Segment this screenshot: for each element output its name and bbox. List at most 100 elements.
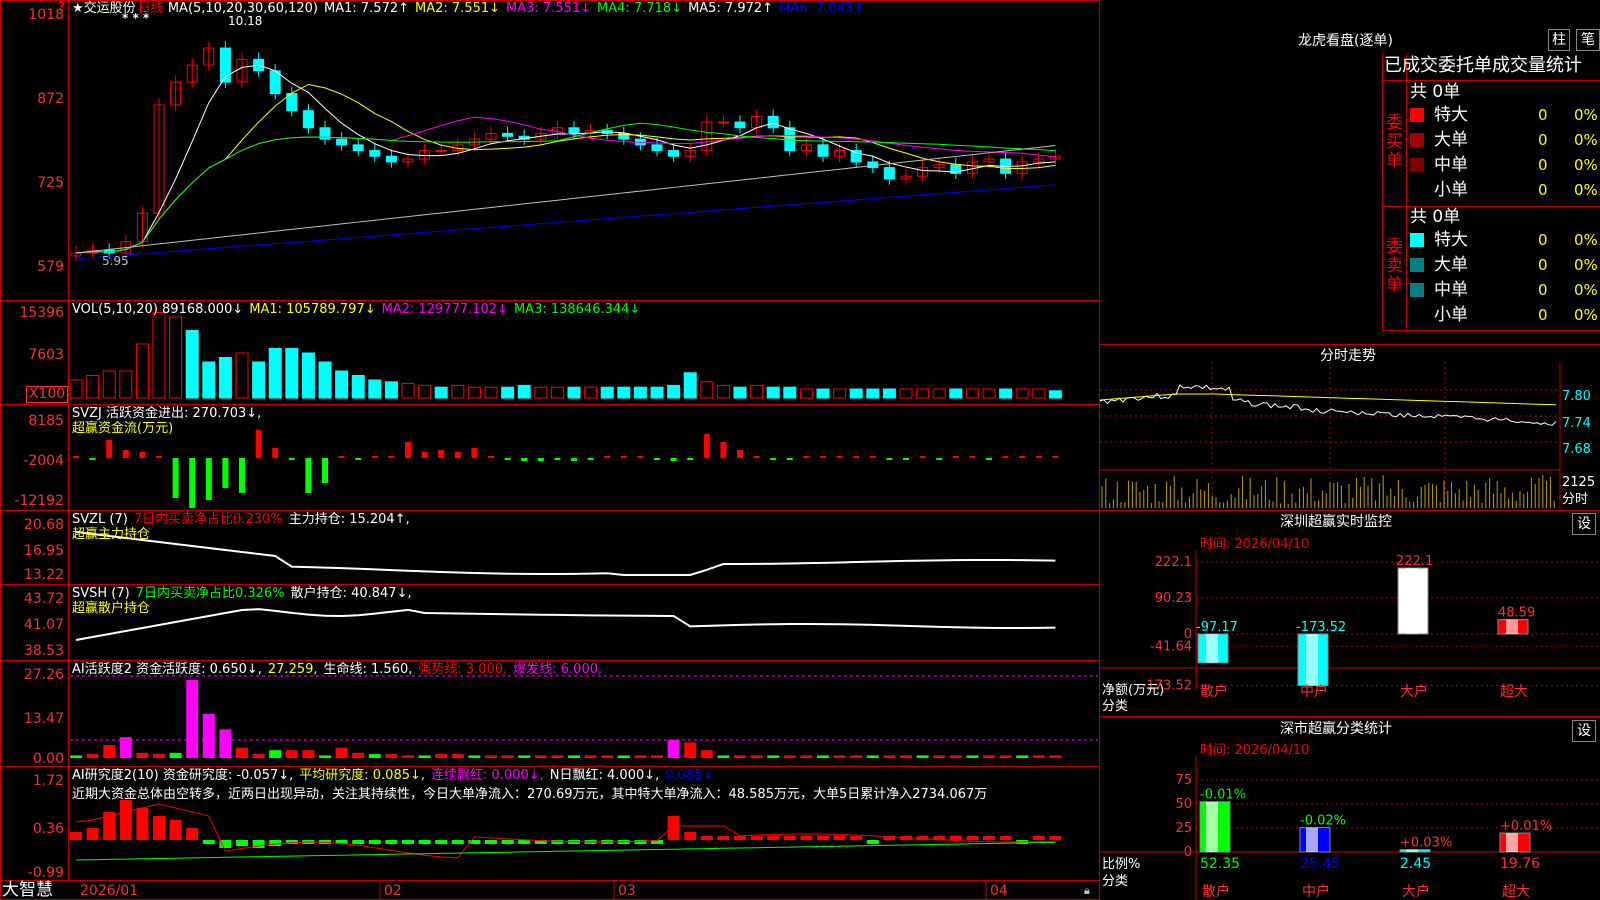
x-axis-label: 02 [384,883,402,899]
capital-flow-bar [587,458,594,460]
research-bar [269,840,282,846]
research-bar [451,840,464,844]
chart-area[interactable] [0,0,1100,900]
capital-flow-bar [454,452,461,458]
candle-body [336,138,348,146]
monitor-axis-label-2: 分类 [1102,699,1129,714]
activity-bar [302,750,315,758]
ma-legend-item: MA4: 7.718↓ [597,1,683,16]
activity-bar [568,755,580,758]
ma-legend-item: MA2: 7.551↓ [415,1,501,16]
ai2-legend-item: 平均研究度: 0.085↓, [299,768,426,783]
ma-line [75,184,1056,260]
activity-bar [136,752,149,758]
research-bar [850,836,863,840]
research-bar [800,836,813,840]
svzl-sublabel: 超赢主力持仓 [72,527,151,542]
activity-bar [352,752,365,758]
classify-change-label: -0.02% [1300,814,1346,829]
capital-flow-bar [703,434,710,458]
row-count: 0 [1538,131,1548,149]
monitor-chart[interactable]: 222.190.230-41.64-173.52-97.17散户-173.52中… [1100,550,1600,716]
classify-chart[interactable]: 7550250-0.01%52.35散户-0.02%25.45中户+0.03%2… [1100,756,1600,900]
volume-bar [849,388,863,399]
vol-legend-item: MA2: 129777.102↓ [381,302,508,317]
activity-bar [1016,755,1029,758]
research-bar [817,836,829,840]
row-label: 大单 [1434,255,1468,275]
activity-bar [717,755,730,758]
volume-bar [833,388,847,399]
capital-flow-bar [820,456,826,458]
candle-body [734,121,746,129]
classify-category: 大户 [1402,883,1430,900]
classify-change-label: +0.03% [1400,836,1452,851]
classify-change-label: +0.01% [1500,819,1552,834]
volume-bar [965,388,979,399]
research-bar [153,816,165,840]
classify-bar-highlight [1206,801,1218,852]
capital-flow-bar [720,442,727,458]
capital-flow-bar [1019,456,1026,458]
research-bar [70,832,82,840]
row-label: 中单 [1434,155,1468,175]
row-label: 小单 [1434,180,1468,200]
monitor-category: 中户 [1300,683,1328,700]
volume-bar [86,375,100,399]
capital-flow-bar [969,456,976,458]
intraday-chart[interactable] [1100,362,1600,510]
volume-bar [218,357,232,399]
intraday-tick-2: 7.74 [1562,416,1591,431]
volume-bar [584,386,598,399]
svsh-sublabel: 超赢散户持仓 [72,601,151,616]
monitor-settings-button[interactable]: 设 [1572,513,1596,535]
vol-legend-item: MA1: 105789.797↓ [249,302,376,317]
monitor-value-label: 48.59 [1498,606,1535,621]
classify-bar-highlight [1506,833,1518,852]
ai1-legend: AI活跃度2 资金活跃度: 0.650↓, 27.259, 生命线: 1.560, 强… [72,662,608,677]
volume-bar [982,388,996,399]
volume-bar [783,386,797,399]
column-view-button[interactable]: 柱 [1548,29,1570,51]
capital-flow-bar [952,456,959,458]
classify-y-tick: 50 [1175,797,1192,812]
y-tick-label: 0.36 [32,821,64,837]
svzj-legend: SVZJ 活跃资金进出: 270.703↓, [72,406,267,421]
monitor-title: 深圳超赢实时监控 [1280,514,1392,530]
y-tick-label: 16.95 [23,543,64,559]
volume-bar [1015,388,1029,399]
research-bar [783,836,796,840]
classify-value-label: 52.35 [1200,856,1240,872]
svsh-legend: SVSH (7) 7日内买卖净占比0.326% 散户持仓: 40.847↓, [72,586,418,601]
y-tick-label: 15396 [19,305,64,321]
volume-bar [667,384,681,399]
capital-flow-bar [488,456,494,458]
row-percent: 0% [1574,156,1598,174]
lock-icon[interactable]: 🔒︎ [1084,883,1090,898]
research-bar [352,840,365,844]
ai2-legend-item: N日飘红: 4.000↓, [549,768,660,783]
main-holding-line [75,531,1056,576]
monitor-bar-highlight [1206,634,1218,663]
volume-bar [169,316,183,399]
activity-bar [518,755,531,758]
capital-flow-bar [537,458,544,461]
ai2-legend-item: 0.085↓ [665,768,714,783]
ai2-legend-item: 连续飘红: 0.000↓, [431,768,544,783]
activity-bar [817,755,829,758]
y-tick-label: -0.99 [27,865,64,881]
ma-legend-item: MA3: 7.551↓ [506,1,592,16]
tick-view-button[interactable]: 笔 [1576,29,1600,51]
research-bar [999,836,1012,840]
activity-bar [435,754,448,758]
research-bar [418,840,431,844]
row-label: 特大 [1434,230,1468,250]
classify-value-label: 2.45 [1400,856,1431,872]
activity-bar [866,755,879,758]
research-bar [202,840,215,844]
activity-bar [319,755,331,758]
y-tick-label: 872 [37,91,64,107]
capital-flow-bar [604,456,611,458]
classify-settings-button[interactable]: 设 [1572,720,1596,742]
research-bar [983,836,995,840]
